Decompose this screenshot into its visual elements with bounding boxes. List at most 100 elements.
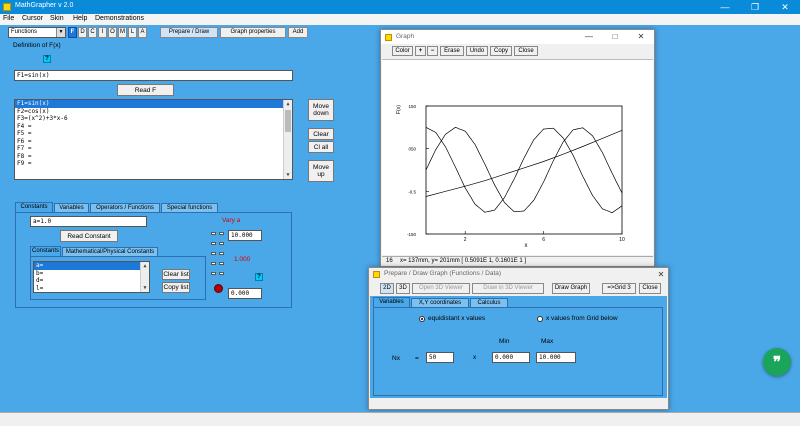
slider-tick [219,252,224,255]
clear-button[interactable]: Clear [308,128,334,140]
zoom-out-button[interactable]: − [427,46,438,56]
scroll-thumb[interactable] [285,110,291,132]
graph-minimize-button[interactable]: — [578,30,600,44]
x-max-input[interactable]: 10.000 [536,352,576,363]
letter-d-button[interactable]: D [78,27,87,38]
vary-min-input[interactable]: 0.000 [228,288,262,299]
radio-equidistant[interactable] [419,316,425,322]
letter-a-button[interactable]: A [138,27,147,38]
scroll-up-icon[interactable]: ▲ [284,100,292,108]
chevron-down-icon[interactable]: ▼ [56,28,65,37]
list-item[interactable]: F2=cos(x) [15,108,292,116]
prepare-draw-button[interactable]: Prepare / Draw [160,27,218,38]
list-item[interactable]: F9 = [15,160,292,168]
slider-knob[interactable] [214,284,223,293]
copy-list-button[interactable]: Copy list [162,282,190,293]
maximize-button[interactable]: ❐ [740,0,770,14]
list-item[interactable]: a= [34,262,149,270]
list-item[interactable]: F7 = [15,145,292,153]
constants-list-scrollbar[interactable]: ▲ ▼ [140,262,149,292]
menu-demonstrations[interactable]: Demonstrations [95,15,144,22]
move-up-button[interactable]: Move up [308,160,334,182]
list-item[interactable]: F3=(x^2)+3*x-6 [15,115,292,123]
function-list-scrollbar[interactable]: ▲ ▼ [283,100,292,179]
definition-label: Definition of F(x) [13,42,61,49]
scroll-down-icon[interactable]: ▼ [284,171,292,179]
mode-2d-button[interactable]: 2D [380,283,394,294]
mode-select[interactable]: Functions ▼ [8,27,66,38]
vary-current-value: 1.000 [234,256,251,263]
x-tick-label: 10 [619,237,625,243]
graph-maximize-button[interactable]: □ [604,30,626,44]
slider-tick [211,242,216,245]
graph-window-title-bar: Graph — □ ✕ [381,30,654,44]
list-item[interactable]: F8 = [15,153,292,161]
app-title: MathGrapher v 2.0 [15,2,74,9]
quote-icon[interactable]: ❞ [763,348,791,376]
prepare-window-title-bar: Prepare / Draw Graph (Functions / Data) … [369,268,668,281]
function-input[interactable]: F1=sin(x) [14,70,293,81]
list-item[interactable]: d= [34,277,149,285]
graph-properties-button[interactable]: Graph properties [220,27,286,38]
scroll-down-icon[interactable]: ▼ [141,284,149,292]
clear-all-button[interactable]: Cl all [308,141,334,153]
menu-skin[interactable]: Skin [50,15,64,22]
app-title-bar: MathGrapher v 2.0 — ❐ ✕ [0,0,800,14]
prepare-close-button[interactable]: ✕ [650,268,672,281]
vary-max-input[interactable]: 10.000 [228,230,262,241]
open-3d-viewer-button[interactable]: Open 3D Viewer [412,283,470,294]
draw-in-3d-viewer-button[interactable]: Draw in 3D Viewer [472,283,544,294]
letter-m-button[interactable]: M [118,27,127,38]
list-item[interactable]: F6 = [15,138,292,146]
graph-canvas[interactable]: 2 6 10 -150 -0.5 050 150 x F(x) [382,59,653,255]
function-plot[interactable]: 2 6 10 -150 -0.5 050 150 x F(x) [382,60,653,256]
graph-close-button[interactable]: ✕ [630,30,652,44]
mode-3d-button[interactable]: 3D [396,283,410,294]
draw-graph-button[interactable]: Draw Graph [552,283,590,294]
function-list[interactable]: F1=sin(x) F2=cos(x) F3=(x^2)+3*x-6 F4 = … [14,99,293,180]
vary-help-button[interactable]: ? [255,273,263,281]
zoom-in-button[interactable]: + [415,46,426,56]
letter-l-button[interactable]: L [128,27,137,38]
slider-tick [211,252,216,255]
color-button[interactable]: Color [392,46,413,56]
list-item[interactable]: F4 = [15,123,292,131]
clear-list-button[interactable]: Clear list [162,269,190,280]
menu-cursor[interactable]: Cursor [22,15,43,22]
list-item[interactable]: b= [34,270,149,278]
scroll-up-icon[interactable]: ▲ [141,262,149,270]
list-item[interactable]: F1=sin(x) [15,100,292,108]
list-item[interactable]: F5 = [15,130,292,138]
letter-f-button[interactable]: F [68,27,77,38]
nx-input[interactable]: 50 [426,352,454,363]
x-min-input[interactable]: 0.000 [492,352,530,363]
definition-help-button[interactable]: ? [43,55,51,63]
letter-o-button[interactable]: O [108,27,117,38]
menu-file[interactable]: File [3,15,14,22]
minimize-button[interactable]: — [710,0,740,14]
read-constant-button[interactable]: Read Constant [60,230,118,242]
slider-tick [219,242,224,245]
letter-i-button[interactable]: I [98,27,107,38]
read-f-button[interactable]: Read F [117,84,174,96]
erase-button[interactable]: Erase [440,46,464,56]
to-grid-3-button[interactable]: =>Grid 3 [602,283,636,294]
equals-label: = [415,355,419,362]
min-label: Min [499,338,510,345]
slider-tick [219,272,224,275]
prepare-toolbar-close-button[interactable]: Close [639,283,661,294]
close-button[interactable]: ✕ [770,0,800,14]
slider-tick [211,262,216,265]
constant-input[interactable]: a=1.0 [30,216,147,227]
graph-toolbar-close-button[interactable]: Close [514,46,538,56]
letter-c-button[interactable]: C [88,27,97,38]
radio-grid[interactable] [537,316,543,322]
move-down-button[interactable]: Move down [308,99,334,121]
copy-button[interactable]: Copy [490,46,512,56]
undo-button[interactable]: Undo [466,46,488,56]
x-tick-label: 6 [542,237,545,243]
menu-help[interactable]: Help [73,15,87,22]
list-item[interactable]: l= [34,285,149,293]
constants-list[interactable]: a= b= d= l= ▲ ▼ [33,261,150,293]
add-button[interactable]: Add [288,27,308,38]
